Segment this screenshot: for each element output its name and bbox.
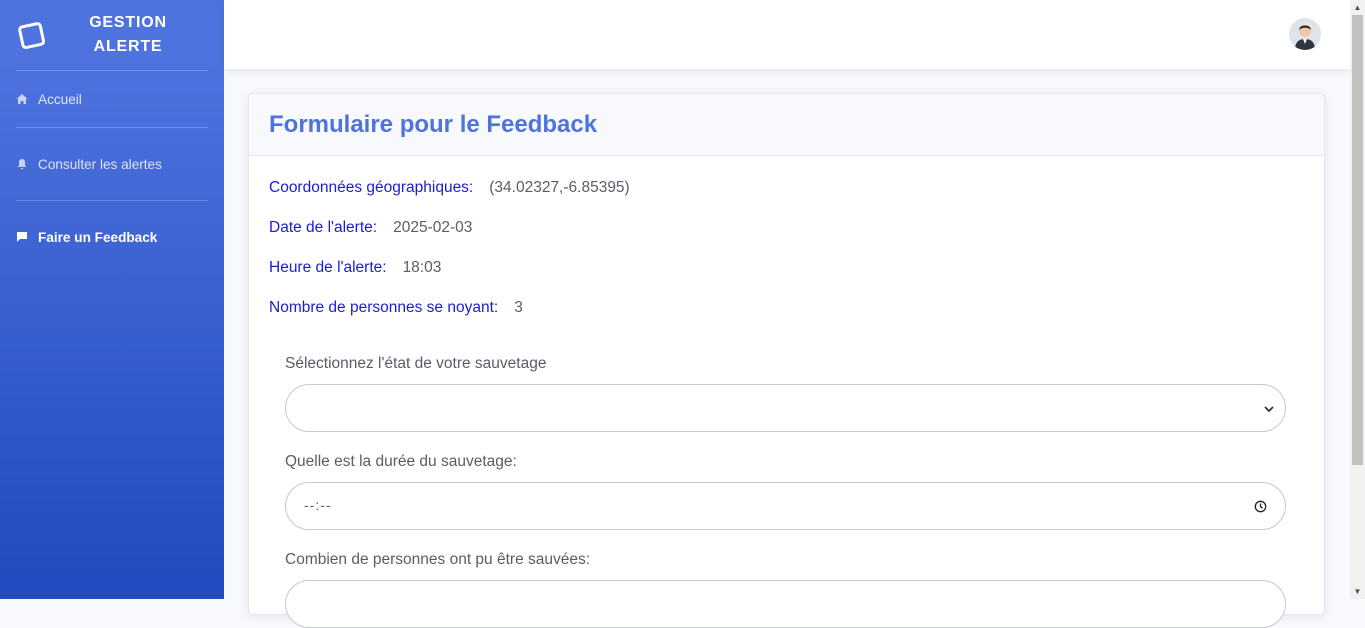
sidebar-item-label: Accueil xyxy=(38,91,82,107)
rescue-duration-placeholder: --:-- xyxy=(304,497,332,513)
scroll-thumb[interactable] xyxy=(1352,15,1363,465)
saved-people-input[interactable] xyxy=(285,580,1286,628)
info-value: 3 xyxy=(514,299,523,316)
page-scrollbar[interactable]: ▲ ▼ xyxy=(1350,0,1365,599)
info-label: Nombre de personnes se noyant: xyxy=(269,299,499,316)
topbar xyxy=(224,0,1350,69)
avatar-icon xyxy=(1289,18,1321,50)
info-label: Coordonnées géographiques: xyxy=(269,179,474,196)
sidebar-item-alertes[interactable]: Consulter les alertes xyxy=(0,128,224,200)
sidebar-item-label: Faire un Feedback xyxy=(38,229,158,245)
info-value: (34.02327,-6.85395) xyxy=(489,179,630,196)
info-label: Date de l'alerte: xyxy=(269,219,378,236)
sidebar-item-feedback[interactable]: Faire un Feedback xyxy=(0,201,224,273)
sidebar-item-label: Consulter les alertes xyxy=(38,156,162,172)
info-value: 18:03 xyxy=(402,259,442,276)
page-title: Formulaire pour le Feedback xyxy=(269,110,598,138)
brand[interactable]: GESTION ALERTE xyxy=(0,0,224,70)
sidebar-item-accueil[interactable]: Accueil xyxy=(0,71,224,127)
info-coordinates: Coordonnées géographiques: (34.02327,-6.8… xyxy=(269,179,630,197)
clock-icon[interactable] xyxy=(1254,500,1267,518)
home-icon xyxy=(16,93,38,105)
comment-icon xyxy=(16,231,38,243)
brand-logo-icon xyxy=(16,19,48,51)
feedback-card: Formulaire pour le Feedback Coordonnées … xyxy=(248,93,1325,628)
user-avatar[interactable] xyxy=(1289,18,1321,50)
rescue-duration-input[interactable]: --:-- xyxy=(285,482,1286,530)
brand-title: GESTION ALERTE xyxy=(89,14,167,55)
rescue-state-select[interactable] xyxy=(285,384,1286,432)
info-people-count: Nombre de personnes se noyant: 3 xyxy=(269,299,523,317)
info-value: 2025-02-03 xyxy=(393,219,473,236)
rescue-state-label: Sélectionnez l'état de votre sauvetage xyxy=(285,355,547,372)
card-header: Formulaire pour le Feedback xyxy=(249,94,1324,156)
scroll-up-arrow-icon[interactable]: ▲ xyxy=(1350,0,1365,15)
info-date: Date de l'alerte: 2025-02-03 xyxy=(269,219,472,237)
rescue-duration-label: Quelle est la durée du sauvetage: xyxy=(285,453,517,470)
info-label: Heure de l'alerte: xyxy=(269,259,387,276)
chevron-down-icon xyxy=(1263,402,1275,420)
saved-people-label: Combien de personnes ont pu être sauvées… xyxy=(285,551,591,568)
info-time: Heure de l'alerte: 18:03 xyxy=(269,259,441,277)
sidebar: GESTION ALERTE Accueil Consulter les ale… xyxy=(0,0,224,599)
bell-icon xyxy=(16,158,38,170)
scroll-down-arrow-icon[interactable]: ▼ xyxy=(1350,584,1365,599)
